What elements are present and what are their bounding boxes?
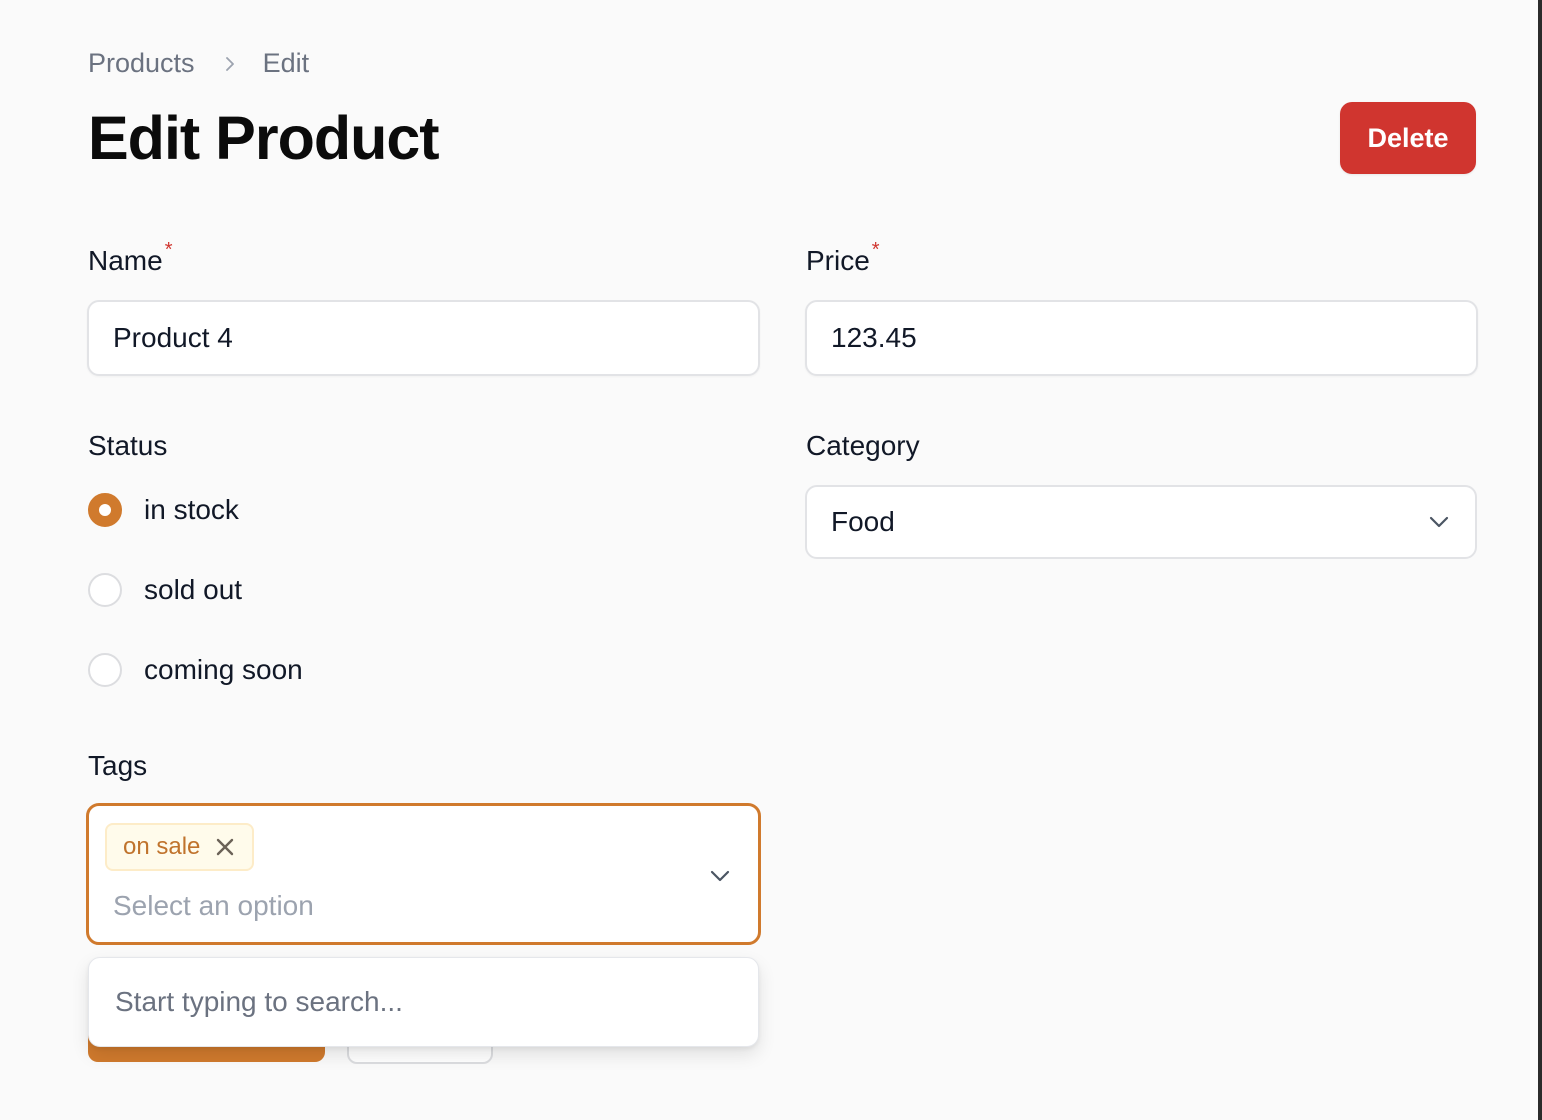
breadcrumb-item-edit: Edit (262, 48, 310, 78)
required-marker: * (164, 239, 173, 261)
tags-dropdown (88, 957, 759, 1047)
tags-search-input[interactable] (113, 985, 734, 1019)
breadcrumb-item-products[interactable]: Products (88, 48, 195, 79)
name-input[interactable] (87, 300, 760, 376)
price-label: Price * (806, 239, 880, 277)
delete-button[interactable]: Delete (1340, 102, 1476, 174)
chevron-down-icon (1429, 516, 1449, 528)
breadcrumb: Products Edit (88, 48, 309, 79)
tag-chip: on sale (105, 823, 255, 871)
status-label: Status (88, 430, 168, 461)
tags-label: Tags (88, 750, 148, 781)
close-icon[interactable] (216, 838, 234, 856)
page-title: Edit Product (88, 104, 440, 172)
category-selected-value: Food (831, 506, 895, 537)
price-label-text: Price (806, 245, 870, 276)
required-marker: * (871, 239, 880, 261)
radio-checked[interactable] (88, 493, 122, 527)
radio-label: in stock (144, 494, 239, 525)
chevron-right-icon (223, 56, 237, 71)
category-select[interactable]: Food (805, 485, 1477, 559)
status-option-coming-soon[interactable]: coming soon (88, 653, 303, 687)
tags-placeholder: Select an option (113, 890, 314, 921)
window-edge (1538, 0, 1542, 1120)
radio-label: coming soon (144, 654, 303, 685)
status-option-sold-out[interactable]: sold out (88, 573, 242, 607)
name-label-text: Name (88, 245, 163, 276)
tags-multiselect[interactable]: on sale Select an option (86, 803, 761, 945)
category-label: Category (806, 430, 920, 461)
chevron-down-icon[interactable] (708, 864, 732, 888)
radio-unchecked[interactable] (88, 653, 122, 687)
status-option-in-stock[interactable]: in stock (88, 493, 239, 527)
radio-label: sold out (144, 574, 243, 605)
price-input[interactable] (805, 300, 1478, 376)
name-label: Name * (88, 239, 173, 277)
page: Products Edit Edit Product Delete Name * … (0, 0, 1542, 1120)
tag-chip-label: on sale (123, 833, 201, 860)
radio-unchecked[interactable] (88, 573, 122, 607)
